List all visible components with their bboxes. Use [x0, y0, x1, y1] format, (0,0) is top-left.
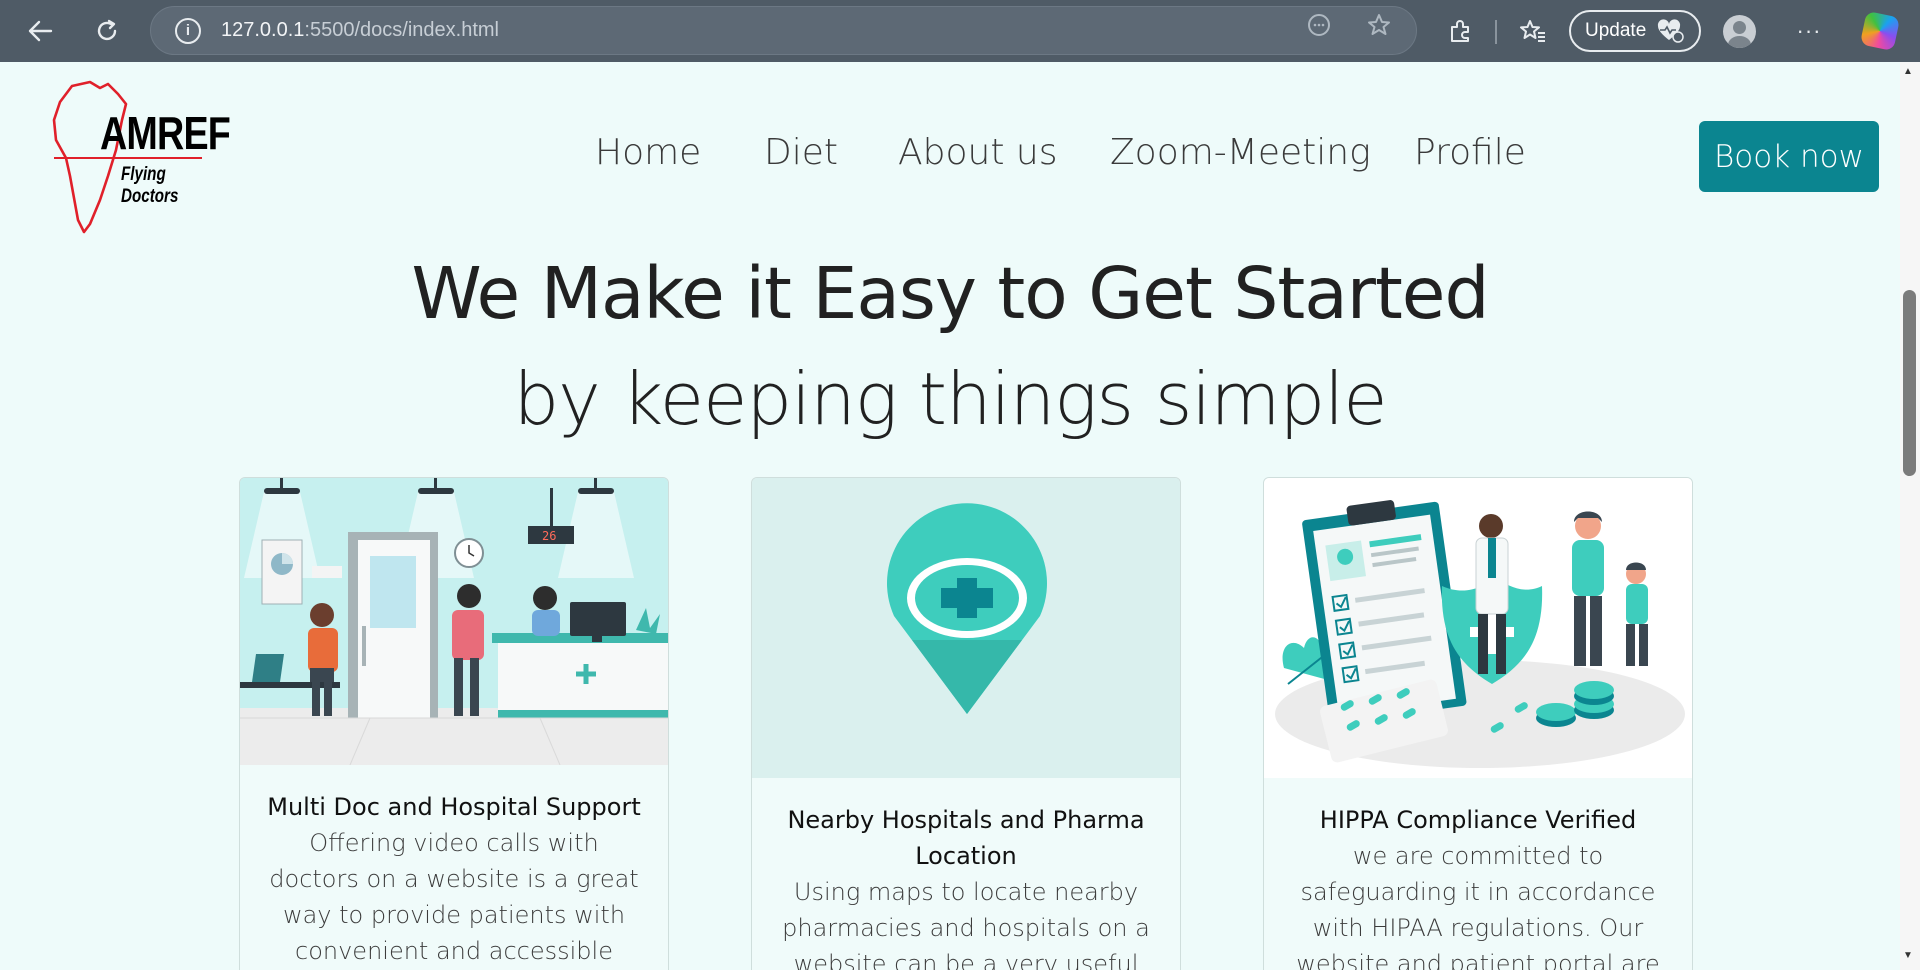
page-scrollbar[interactable]	[1900, 62, 1920, 970]
card-title: Multi Doc and Hospital Support	[267, 793, 641, 821]
amref-logo[interactable]: AMREF Flying Doctors	[52, 80, 231, 235]
hipaa-compliance-illustration	[1264, 478, 1692, 778]
url-path: :5500/docs/index.html	[304, 19, 499, 41]
toolbar-divider	[1495, 20, 1497, 44]
hero-subtitle: by keeping things simple	[513, 357, 1387, 441]
scroll-up-arrow-icon[interactable]: ▲	[1903, 66, 1913, 77]
scroll-down-arrow-icon[interactable]: ▼	[1903, 950, 1913, 961]
back-icon[interactable]	[20, 11, 60, 51]
clinic-reception-illustration: 26	[240, 478, 668, 765]
url-text[interactable]: 127.0.0.1:5500/docs/index.html	[221, 19, 499, 42]
site-info-icon[interactable]: i	[175, 17, 201, 44]
extensions-icon[interactable]	[1444, 15, 1476, 47]
location-pin-illustration	[752, 478, 1180, 778]
nav-profile[interactable]: Profile	[1414, 132, 1526, 173]
feature-card-hipaa: HIPPA Compliance Verified we are committ…	[1263, 477, 1693, 970]
logo-tagline: Flying Doctors	[121, 164, 179, 207]
card-title: Nearby Hospitals and Pharma Location	[787, 806, 1145, 870]
heart-pulse-icon	[1658, 19, 1685, 43]
reload-icon[interactable]	[87, 11, 127, 51]
queue-counter: 26	[542, 529, 556, 543]
hero-title: We Make it Easy to Get Started	[411, 252, 1489, 335]
nav-about-us[interactable]: About us	[898, 132, 1057, 173]
more-options-icon[interactable]	[1306, 12, 1332, 38]
favorites-icon[interactable]	[1517, 15, 1549, 47]
logo-wordmark: AMREF	[100, 107, 231, 159]
url-host: 127.0.0.1	[221, 19, 305, 41]
menu-dots-icon[interactable]: ···	[1793, 15, 1825, 47]
address-bar[interactable]: i 127.0.0.1:5500/docs/index.html	[150, 6, 1417, 55]
card-title: HIPPA Compliance Verified	[1319, 806, 1637, 834]
profile-avatar[interactable]	[1723, 15, 1756, 48]
card-description: Using maps to locate nearby pharmacies a…	[782, 878, 1150, 970]
feature-card-doctors: 26 Multi Doc and Hospital Support Offeri…	[239, 477, 669, 970]
nav-home[interactable]: Home	[595, 132, 701, 173]
nav-diet[interactable]: Diet	[764, 132, 838, 173]
book-now-button[interactable]: Book now	[1699, 121, 1879, 192]
scrollbar-thumb[interactable]	[1903, 290, 1916, 476]
nav-zoom-meeting[interactable]: Zoom-Meeting	[1110, 132, 1371, 173]
update-button[interactable]: Update	[1569, 10, 1701, 52]
card-description: Offering video calls with doctors on a w…	[269, 829, 639, 965]
feature-card-locations: Nearby Hospitals and Pharma Location Usi…	[751, 477, 1181, 970]
browser-toolbar: i 127.0.0.1:5500/docs/index.html Update …	[0, 0, 1920, 62]
favorite-star-icon[interactable]	[1366, 12, 1392, 38]
card-description: we are committed to safeguarding it in a…	[1296, 842, 1660, 970]
copilot-icon[interactable]	[1859, 10, 1901, 52]
update-label: Update	[1585, 20, 1647, 41]
